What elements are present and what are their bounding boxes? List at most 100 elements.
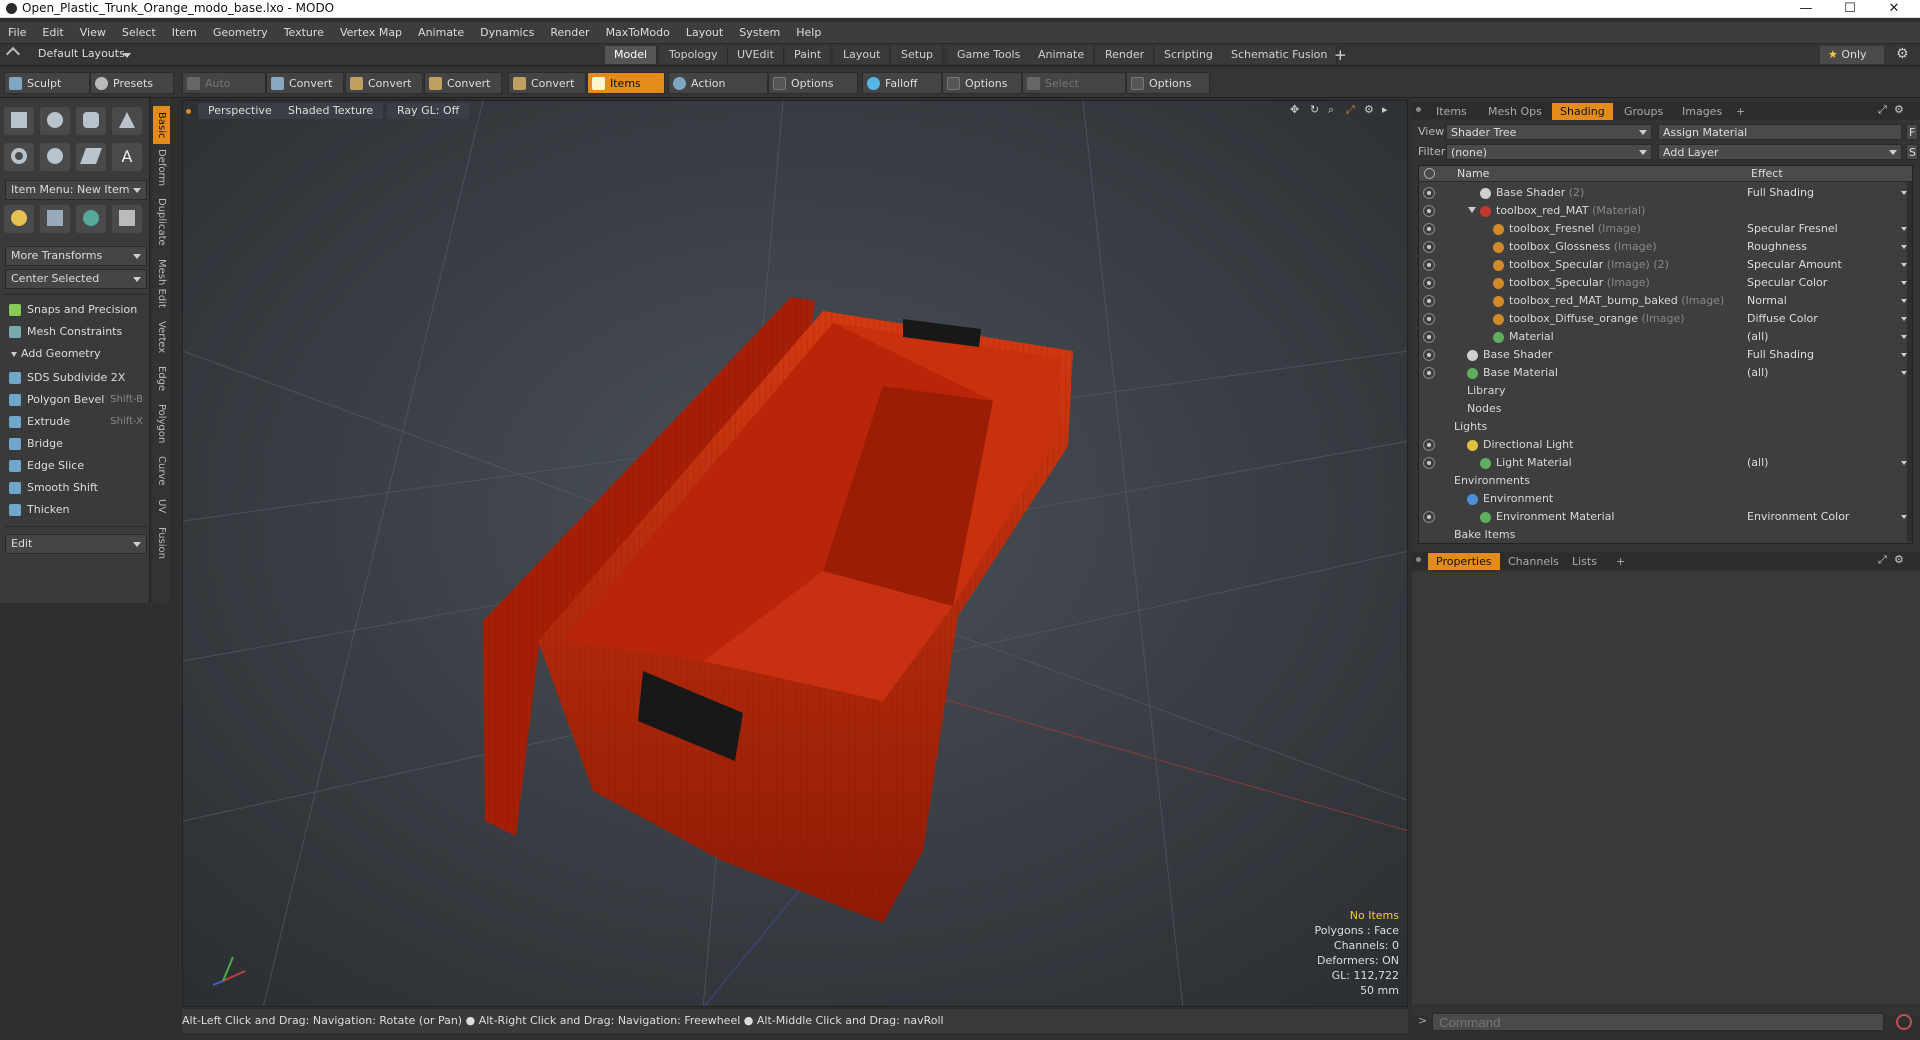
eye-icon[interactable]: [1423, 439, 1435, 451]
item-menu-dropdown[interactable]: Item Menu: New Item: [5, 180, 147, 200]
raygl-toggle[interactable]: Ray GL: Off: [387, 103, 470, 119]
panel-menu-dot[interactable]: [1416, 107, 1421, 112]
tree-row[interactable]: toolbox_Diffuse_orange (Image) Diffuse Co…: [1419, 310, 1912, 328]
panel-gear-icon[interactable]: ⚙: [1894, 553, 1904, 566]
options-button-3[interactable]: Options: [1126, 72, 1210, 94]
vtab-uv[interactable]: UV: [153, 494, 170, 518]
f-button[interactable]: F: [1906, 124, 1918, 140]
eye-icon[interactable]: [1423, 295, 1435, 307]
effect-cell[interactable]: Roughness: [1747, 238, 1909, 256]
tree-row[interactable]: toolbox_Specular (Image) (2) Specular Amo…: [1419, 256, 1912, 274]
menu-texture[interactable]: Texture: [276, 22, 332, 44]
menu-system[interactable]: System: [731, 22, 788, 44]
menu-layout[interactable]: Layout: [678, 22, 731, 44]
vtab-duplicate[interactable]: Duplicate: [153, 194, 170, 250]
tree-row[interactable]: Environment: [1419, 490, 1912, 508]
menu-item[interactable]: Item: [164, 22, 205, 44]
eye-icon[interactable]: [1423, 367, 1435, 379]
tab-layout[interactable]: Layout: [834, 46, 891, 64]
select-through-button[interactable]: Select Through: [1022, 72, 1126, 112]
tree-row[interactable]: toolbox_Specular (Image) Specular Color: [1419, 274, 1912, 292]
tab-properties[interactable]: Properties: [1428, 553, 1500, 570]
cylinder-icon[interactable]: [76, 107, 106, 135]
tree-row[interactable]: Nodes: [1419, 400, 1912, 418]
tree-scrollbar[interactable]: [1907, 182, 1912, 542]
tree-row[interactable]: Directional Light: [1419, 436, 1912, 454]
layout-preset-dropdown[interactable]: Default Layouts: [38, 47, 125, 60]
menu-dynamics[interactable]: Dynamics: [472, 22, 542, 44]
command-input[interactable]: [1432, 1013, 1884, 1031]
falloff-button[interactable]: Falloff: [862, 72, 942, 94]
effect-cell[interactable]: Environment Color: [1747, 508, 1909, 526]
options-button-2[interactable]: Options: [942, 72, 1022, 94]
tree-row[interactable]: Bake Items: [1419, 526, 1912, 543]
vtab-fusion[interactable]: Fusion: [153, 522, 170, 564]
eye-icon[interactable]: [1423, 259, 1435, 271]
tab-scripting[interactable]: Scripting: [1155, 46, 1223, 64]
tab-model[interactable]: Model: [605, 46, 658, 64]
edit-dropdown[interactable]: Edit: [5, 534, 147, 554]
only-toggle[interactable]: ★ Only: [1820, 46, 1884, 64]
effect-cell[interactable]: Specular Amount: [1747, 256, 1909, 274]
pen-icon[interactable]: [76, 143, 106, 171]
eye-icon[interactable]: [1423, 313, 1435, 325]
zoom-view-icon[interactable]: ⌕: [1328, 103, 1334, 117]
menu-vertex-map[interactable]: Vertex Map: [332, 22, 410, 44]
more-transforms-dropdown[interactable]: More Transforms: [5, 246, 147, 266]
move-view-icon[interactable]: ✥: [1290, 103, 1299, 116]
vtab-edge[interactable]: Edge: [153, 362, 170, 396]
menu-edit[interactable]: Edit: [34, 22, 71, 44]
tab-schematic-fusion[interactable]: Schematic Fusion: [1222, 46, 1338, 64]
menu-view[interactable]: View: [72, 22, 114, 44]
effect-cell[interactable]: (all): [1747, 454, 1909, 472]
capsule-icon[interactable]: [40, 143, 70, 171]
vtab-curve[interactable]: Curve: [153, 452, 170, 490]
tab-game-tools[interactable]: Game Tools: [948, 46, 1031, 64]
eye-icon[interactable]: [1423, 241, 1435, 253]
smooth-shift-button[interactable]: Smooth Shift: [5, 478, 147, 498]
scale-icon[interactable]: [112, 205, 142, 233]
effect-cell[interactable]: (all): [1747, 328, 1909, 346]
view-dropdown[interactable]: Shader Tree: [1446, 124, 1652, 140]
effect-column-header[interactable]: Effect: [1747, 166, 1912, 182]
eye-icon[interactable]: [1423, 223, 1435, 235]
tab-paint[interactable]: Paint: [785, 46, 832, 64]
tab-lists[interactable]: Lists: [1564, 553, 1605, 570]
tree-row[interactable]: toolbox_Fresnel (Image) Specular Fresnel: [1419, 220, 1912, 238]
convert-items-button[interactable]: Convert: [508, 72, 586, 94]
menu-help[interactable]: Help: [788, 22, 829, 44]
add-layer-dropdown[interactable]: Add Layer: [1658, 144, 1902, 160]
expand-arrow-icon[interactable]: ▸: [1382, 103, 1388, 116]
tab-animate[interactable]: Animate: [1029, 46, 1095, 64]
auto-select-button[interactable]: Auto Select: [182, 72, 266, 112]
eye-icon[interactable]: [1423, 205, 1435, 217]
effect-cell[interactable]: Diffuse Color: [1747, 310, 1909, 328]
record-icon[interactable]: [1896, 1014, 1912, 1030]
tab-mesh-ops[interactable]: Mesh Ops: [1480, 103, 1550, 120]
menu-geometry[interactable]: Geometry: [205, 22, 276, 44]
tree-row[interactable]: toolbox_red_MAT_bump_baked (Image) Normal: [1419, 292, 1912, 310]
tree-row[interactable]: Environment Material Environment Color: [1419, 508, 1912, 526]
polygon-bevel-button[interactable]: Polygon Bevel Shift-B: [5, 390, 147, 410]
tree-row[interactable]: toolbox_red_MAT (Material): [1419, 202, 1912, 220]
action-center-button[interactable]: Action Center: [668, 72, 768, 112]
effect-cell[interactable]: (all): [1747, 364, 1909, 382]
torus-icon[interactable]: [4, 143, 34, 171]
tree-row[interactable]: Library: [1419, 382, 1912, 400]
tree-row[interactable]: Material (all): [1419, 328, 1912, 346]
globe-icon[interactable]: [76, 205, 106, 233]
rotate-view-icon[interactable]: ↻: [1310, 103, 1319, 116]
expander-icon[interactable]: [1468, 207, 1476, 213]
eye-icon[interactable]: [1423, 277, 1435, 289]
tree-row[interactable]: toolbox_Glossness (Image) Roughness: [1419, 238, 1912, 256]
center-selected-dropdown[interactable]: Center Selected: [5, 269, 147, 289]
thicken-button[interactable]: Thicken: [5, 500, 147, 520]
effect-cell[interactable]: Specular Color: [1747, 274, 1909, 292]
menu-maxtomodo[interactable]: MaxToModo: [598, 22, 678, 44]
mesh-constraints-button[interactable]: Mesh Constraints: [5, 322, 147, 342]
tab-topology[interactable]: Topology: [660, 46, 728, 64]
sphere-icon[interactable]: [40, 107, 70, 135]
eye-icon[interactable]: [1423, 457, 1435, 469]
extrude-button[interactable]: Extrude Shift-X: [5, 412, 147, 432]
bridge-button[interactable]: Bridge: [5, 434, 147, 454]
